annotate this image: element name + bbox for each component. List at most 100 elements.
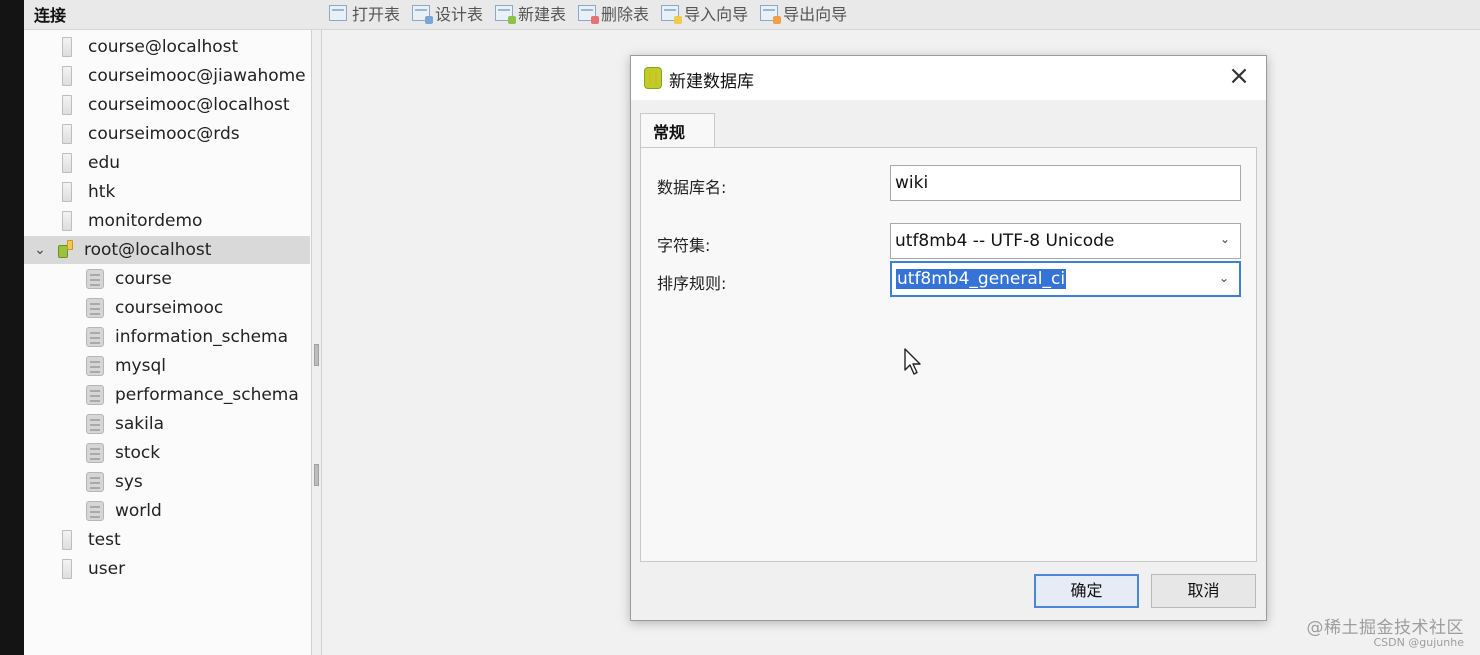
database-icon <box>86 385 104 405</box>
splitter-grip-bottom <box>314 464 319 486</box>
close-icon[interactable]: × <box>1226 63 1252 90</box>
database-label: sys <box>115 472 143 492</box>
open-table-button[interactable]: 打开表 <box>327 1 406 25</box>
database-label: course <box>115 269 172 289</box>
new-table-button[interactable]: 新建表 <box>493 1 572 25</box>
connection-icon <box>62 95 72 115</box>
database-label: sakila <box>115 414 164 434</box>
export-icon <box>760 5 782 24</box>
tree-item-database[interactable]: sys <box>24 468 310 496</box>
connected-plug-icon <box>58 240 74 260</box>
open-table-label: 打开表 <box>352 5 401 24</box>
tree-item-database[interactable]: performance_schema <box>24 381 310 409</box>
tree-item-connection[interactable]: user <box>24 555 310 583</box>
connection-label: courseimooc@jiawahome <box>88 66 306 86</box>
database-icon <box>644 67 662 89</box>
collation-label: 排序规则: <box>657 274 727 293</box>
splitter-grip-top <box>314 344 319 366</box>
database-icon <box>86 443 104 463</box>
charset-value: utf8mb4 -- UTF-8 Unicode <box>895 231 1115 251</box>
database-label: mysql <box>115 356 166 376</box>
connection-icon <box>62 66 72 86</box>
pane-splitter[interactable] <box>312 340 321 490</box>
database-label: courseimooc <box>115 298 224 318</box>
dialog-title: 新建数据库 <box>669 72 754 92</box>
connection-icon <box>62 182 72 202</box>
connection-icon <box>62 37 72 57</box>
connection-icon <box>62 559 72 579</box>
tree-item-database[interactable]: information_schema <box>24 323 310 351</box>
tree-item-active-connection[interactable]: ⌄ root@localhost <box>24 236 310 264</box>
connection-icon <box>62 211 72 231</box>
charset-label: 字符集: <box>657 236 711 255</box>
tree-item-database[interactable]: world <box>24 497 310 525</box>
tree-item-connection[interactable]: courseimooc@localhost <box>24 91 310 119</box>
export-wizard-button[interactable]: 导出向导 <box>758 1 853 25</box>
database-label: performance_schema <box>115 385 299 405</box>
tree-item-connection[interactable]: edu <box>24 149 310 177</box>
general-panel: 数据库名: 字符集: utf8mb4 -- UTF-8 Unicode ⌄ 排序… <box>640 147 1257 562</box>
mouse-pointer-icon <box>904 348 921 375</box>
tree-item-connection[interactable]: test <box>24 526 310 554</box>
watermark-main: @稀土掘金技术社区 <box>1306 618 1464 638</box>
database-icon <box>86 472 104 492</box>
tree-item-connection[interactable]: htk <box>24 178 310 206</box>
left-dark-edge <box>0 0 24 655</box>
top-bar: 连接 打开表 设计表 新建表 删除表 导入向导 导出向导 <box>24 0 1480 30</box>
db-name-label: 数据库名: <box>657 178 727 197</box>
connection-label: courseimooc@rds <box>88 124 240 144</box>
connection-label: course@localhost <box>88 37 239 57</box>
delete-table-button[interactable]: 删除表 <box>576 1 655 25</box>
tree-item-connection[interactable]: courseimooc@jiawahome <box>24 62 310 90</box>
connection-label: user <box>88 559 126 579</box>
tree-item-connection[interactable]: courseimooc@rds <box>24 120 310 148</box>
new-table-label: 新建表 <box>518 5 567 24</box>
connection-label: monitordemo <box>88 211 203 231</box>
chevron-down-icon[interactable]: ⌄ <box>32 242 48 258</box>
tree-item-database[interactable]: stock <box>24 439 310 467</box>
database-icon <box>86 414 104 434</box>
database-label: information_schema <box>115 327 289 347</box>
tree-item-connection[interactable]: monitordemo <box>24 207 310 235</box>
collation-value: utf8mb4_general_ci <box>896 269 1067 289</box>
database-label: world <box>115 501 162 521</box>
design-table-label: 设计表 <box>435 5 484 24</box>
active-connection-label: root@localhost <box>84 240 212 260</box>
tab-general[interactable]: 常规 <box>640 113 715 148</box>
dialog-titlebar: 新建数据库 × <box>631 56 1266 100</box>
design-table-button[interactable]: 设计表 <box>410 1 489 25</box>
chevron-down-icon: ⌄ <box>1220 232 1231 246</box>
tree-item-database[interactable]: sakila <box>24 410 310 438</box>
export-wizard-label: 导出向导 <box>783 5 848 24</box>
tree-item-database[interactable]: courseimooc <box>24 294 310 322</box>
dialog-tabs: 常规 <box>640 113 1258 148</box>
connection-icon <box>62 530 72 550</box>
database-icon <box>86 298 104 318</box>
connection-label: htk <box>88 182 116 202</box>
cancel-button[interactable]: 取消 <box>1151 574 1256 608</box>
connection-icon <box>62 124 72 144</box>
ok-button[interactable]: 确定 <box>1034 574 1139 608</box>
connection-label: courseimooc@localhost <box>88 95 290 115</box>
database-icon <box>86 327 104 347</box>
tree-item-database[interactable]: mysql <box>24 352 310 380</box>
table-new-icon <box>495 5 517 24</box>
database-label: stock <box>115 443 161 463</box>
connection-label: test <box>88 530 121 550</box>
connections-title: 连接 <box>34 6 67 25</box>
delete-table-label: 删除表 <box>601 5 650 24</box>
tree-item-connection[interactable]: course@localhost <box>24 33 310 61</box>
import-wizard-button[interactable]: 导入向导 <box>659 1 754 25</box>
import-icon <box>661 5 683 24</box>
connection-icon <box>62 153 72 173</box>
collation-select[interactable]: utf8mb4_general_ci ⌄ <box>890 261 1241 297</box>
charset-select[interactable]: utf8mb4 -- UTF-8 Unicode ⌄ <box>890 223 1241 259</box>
toolbar: 打开表 设计表 新建表 删除表 导入向导 导出向导 <box>327 1 853 25</box>
table-design-icon <box>412 5 434 24</box>
database-icon <box>86 356 104 376</box>
tree-item-database[interactable]: course <box>24 265 310 293</box>
database-icon <box>86 501 104 521</box>
table-delete-icon <box>578 5 600 24</box>
watermark: @稀土掘金技术社区 CSDN @gujunhe <box>1307 613 1465 649</box>
db-name-input[interactable] <box>890 165 1241 201</box>
